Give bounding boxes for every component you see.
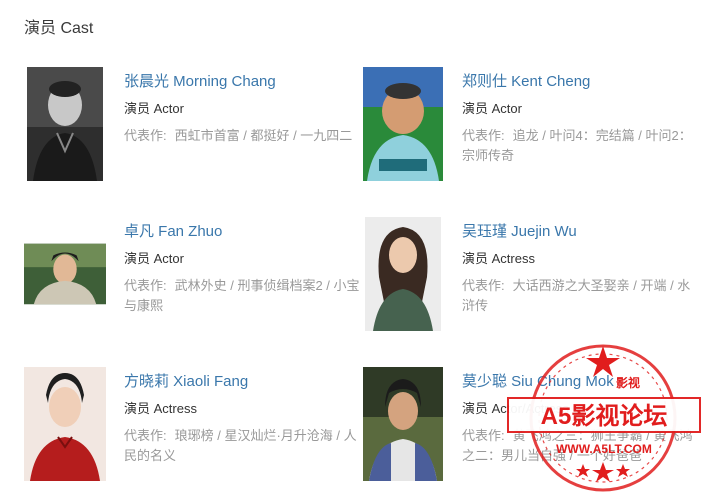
actor-name-link[interactable]: 张晨光 Morning Chang: [124, 72, 360, 92]
actor-role: 演员 Actor: [124, 101, 184, 116]
actor-photo[interactable]: [363, 67, 443, 181]
representative-works: 代表作: 琅琊榜 / 星汉灿烂·月升沧海 / 人民的名义: [124, 426, 360, 466]
actor-photo[interactable]: [365, 217, 441, 331]
works-label: 代表作:: [462, 428, 505, 443]
actor-role: 演员 Actor: [462, 101, 522, 116]
actor-name-link[interactable]: 卓凡 Fan Zhuo: [124, 222, 360, 242]
cast-card[interactable]: 张晨光 Morning Chang 演员 Actor 代表作: 西虹市首富 / 都…: [24, 66, 364, 186]
actor-name-link[interactable]: 莫少聪 Siu Chung Mok: [462, 372, 698, 392]
works-label: 代表作:: [462, 278, 505, 293]
representative-works: 代表作: 追龙 / 叶问4：完结篇 / 叶问2：宗师传奇: [462, 126, 698, 166]
actor-photo-frame: [362, 366, 444, 482]
actor-name-link[interactable]: 方晓莉 Xiaoli Fang: [124, 372, 360, 392]
actor-photo-frame: [362, 216, 444, 332]
works-label: 代表作:: [124, 428, 167, 443]
actor-role: 演员 Actress: [124, 401, 197, 416]
representative-works: 代表作: 武林外史 / 刑事侦缉档案2 / 小宝与康熙: [124, 276, 360, 316]
actor-name-link[interactable]: 郑则仕 Kent Cheng: [462, 72, 698, 92]
actor-photo-frame: [24, 66, 106, 182]
works-label: 代表作:: [124, 128, 167, 143]
actor-role: 演员 Actress: [462, 251, 535, 266]
works-label: 代表作:: [124, 278, 167, 293]
actor-photo-frame: [24, 366, 106, 482]
cast-card[interactable]: 郑则仕 Kent Cheng 演员 Actor 代表作: 追龙 / 叶问4：完结篇…: [362, 66, 702, 186]
actor-photo-frame: [362, 66, 444, 182]
actor-photo[interactable]: [24, 243, 106, 305]
actor-role: 演员 Actor: [124, 251, 184, 266]
cast-card[interactable]: 卓凡 Fan Zhuo 演员 Actor 代表作: 武林外史 / 刑事侦缉档案2 …: [24, 216, 364, 336]
actor-photo[interactable]: [27, 67, 103, 181]
representative-works: 代表作: 西虹市首富 / 都挺好 / 一九四二: [124, 126, 360, 146]
works-label: 代表作:: [462, 128, 505, 143]
actor-photo-frame: [24, 216, 106, 332]
cast-card[interactable]: 莫少聪 Siu Chung Mok 演员 Actor/Actress 代表作: 黄…: [362, 366, 702, 486]
works-list: 西虹市首富 / 都挺好 / 一九四二: [174, 128, 353, 143]
cast-card[interactable]: 吴珏瑾 Juejin Wu 演员 Actress 代表作: 大话西游之大圣娶亲 /…: [362, 216, 702, 336]
section-title: 演员 Cast: [24, 20, 94, 37]
actor-role: 演员 Actor/Actress: [462, 401, 569, 416]
actor-photo[interactable]: [24, 367, 106, 481]
representative-works: 代表作: 大话西游之大圣娶亲 / 开端 / 水浒传: [462, 276, 698, 316]
representative-works: 代表作: 黄飞鸿之三：狮王争霸 / 黄飞鸿之二：男儿当自强 / 一个好爸爸: [462, 426, 698, 466]
actor-photo[interactable]: [363, 367, 443, 481]
cast-card[interactable]: 方晓莉 Xiaoli Fang 演员 Actress 代表作: 琅琊榜 / 星汉灿…: [24, 366, 364, 486]
actor-name-link[interactable]: 吴珏瑾 Juejin Wu: [462, 222, 698, 242]
